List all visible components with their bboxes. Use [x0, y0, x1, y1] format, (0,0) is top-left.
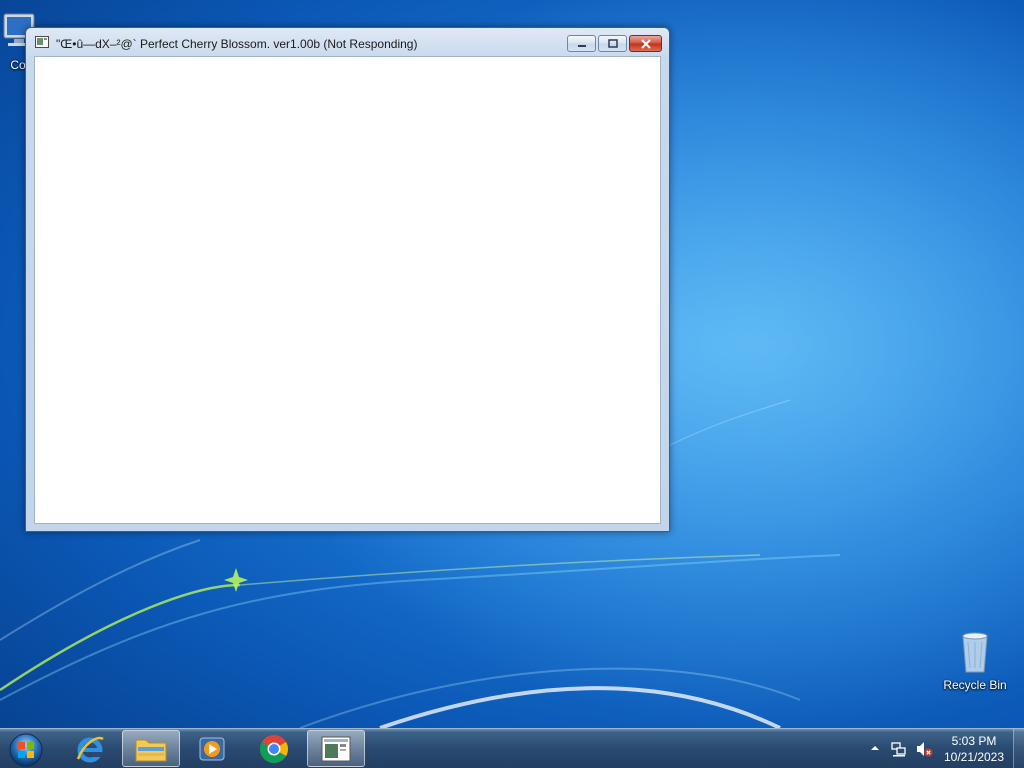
show-hidden-icons-icon[interactable] — [870, 743, 880, 753]
taskbar: 5:03 PM 10/21/2023 — [0, 728, 1024, 768]
taskbar-clock[interactable]: 5:03 PM 10/21/2023 — [940, 733, 1008, 765]
internet-explorer-icon — [76, 736, 104, 762]
caption-buttons — [567, 35, 662, 52]
volume-muted-icon[interactable] — [915, 740, 933, 758]
show-desktop-button[interactable] — [1013, 729, 1024, 768]
media-player-icon — [199, 737, 225, 760]
maximize-button[interactable] — [598, 35, 627, 52]
app-window-icon — [35, 36, 49, 48]
taskbar-windows-explorer[interactable] — [122, 730, 180, 767]
minimize-button[interactable] — [567, 35, 596, 52]
desktop-icon-recycle-bin[interactable]: Recycle Bin — [937, 628, 1013, 692]
taskbar-app-window[interactable] — [307, 730, 365, 767]
taskbar-media-player[interactable] — [183, 730, 241, 767]
taskbar-chrome[interactable] — [245, 730, 303, 767]
window-client-area[interactable] — [34, 56, 661, 524]
window-titlebar[interactable]: "Œ•û—dX–²@` Perfect Cherry Blossom. ver1… — [26, 28, 669, 56]
window-title: "Œ•û—dX–²@` Perfect Cherry Blossom. ver1… — [56, 37, 418, 51]
clock-time: 5:03 PM — [951, 734, 997, 748]
app-window-icon — [321, 736, 351, 761]
desktop-icon-recycle-bin-label: Recycle Bin — [943, 678, 1007, 692]
folder-icon — [135, 739, 167, 761]
maximize-icon — [607, 38, 618, 48]
desktop: Co Recycle Bin "Œ•û—dX–²@` Perfect Cherr… — [0, 0, 1024, 768]
app-window[interactable]: "Œ•û—dX–²@` Perfect Cherry Blossom. ver1… — [25, 27, 670, 532]
windows-start-orb-icon — [9, 733, 43, 767]
close-button[interactable] — [629, 35, 662, 52]
chrome-icon — [260, 734, 288, 763]
taskbar-internet-explorer[interactable] — [61, 730, 119, 767]
recycle-bin-icon — [962, 632, 988, 673]
close-icon — [640, 38, 651, 49]
start-button[interactable] — [4, 730, 48, 768]
desktop-icon-computer-label: Co — [10, 58, 26, 72]
network-icon[interactable] — [890, 740, 908, 758]
minimize-icon — [577, 44, 586, 47]
clock-date: 10/21/2023 — [943, 750, 1005, 764]
